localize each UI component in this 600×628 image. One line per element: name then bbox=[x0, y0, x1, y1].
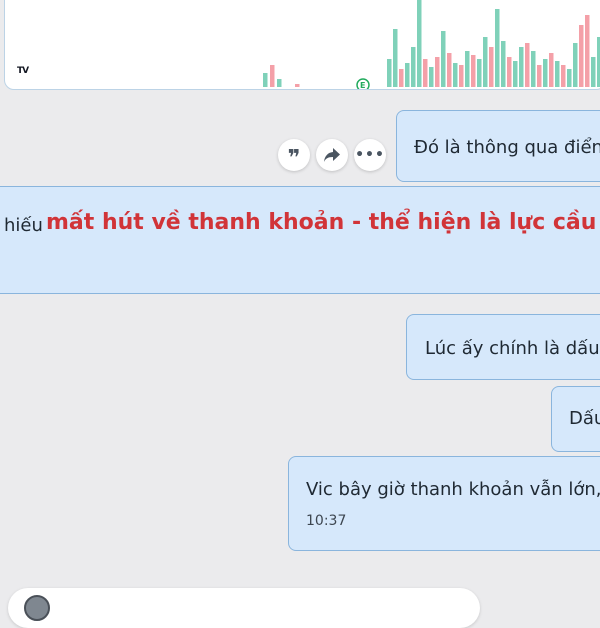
volume-bar bbox=[441, 31, 446, 87]
volume-bar bbox=[525, 43, 530, 87]
volume-bar bbox=[405, 63, 410, 87]
volume-bar bbox=[459, 65, 464, 87]
message-text: Vic bây giờ thanh khoản vẫn lớn, bbox=[306, 479, 600, 500]
volume-bar bbox=[411, 47, 416, 87]
volume-bar bbox=[270, 65, 275, 87]
message-text: hiếu bbox=[4, 215, 43, 236]
volume-bar bbox=[423, 59, 428, 87]
chat-message-bubble[interactable]: Vic bây giờ thanh khoản vẫn lớn, 10:37 bbox=[288, 456, 600, 551]
chat-message-bubble[interactable]: Đó là thông qua điển bbox=[396, 110, 600, 182]
message-text: Lúc ấy chính là dấu bbox=[425, 338, 600, 359]
chat-message-bubble[interactable]: hiếu mất hút về thanh khoản - thể hiện l… bbox=[0, 186, 600, 294]
message-timestamp: 10:37 bbox=[306, 513, 347, 529]
volume-bar bbox=[477, 59, 482, 87]
volume-bar bbox=[573, 43, 578, 87]
volume-bar bbox=[447, 53, 452, 87]
quote-reply-button[interactable]: ❞ bbox=[278, 139, 310, 171]
user-avatar bbox=[24, 595, 50, 621]
volume-bar bbox=[453, 63, 458, 87]
volume-bar bbox=[585, 15, 590, 87]
chat-message-bubble[interactable]: Lúc ấy chính là dấu bbox=[406, 314, 600, 380]
volume-bar bbox=[263, 73, 268, 87]
volume-bars-chart: E bbox=[263, 0, 600, 89]
message-highlight-text: mất hút về thanh khoản - thể hiện là lực… bbox=[46, 210, 600, 235]
volume-bar bbox=[543, 59, 548, 87]
volume-bar bbox=[435, 57, 440, 87]
volume-bar bbox=[387, 59, 392, 87]
volume-bar bbox=[591, 57, 596, 87]
price-chart-widget[interactable]: E TV bbox=[4, 0, 600, 90]
volume-bar bbox=[537, 65, 542, 87]
message-text: Đó là thông qua điển bbox=[414, 137, 600, 158]
quote-icon: ❞ bbox=[287, 146, 301, 171]
message-text: Dấu bbox=[569, 408, 600, 429]
volume-bar bbox=[277, 79, 282, 87]
volume-bar bbox=[561, 65, 566, 87]
forward-button[interactable] bbox=[316, 139, 348, 171]
volume-bar bbox=[513, 61, 518, 87]
ellipsis-icon: ••• bbox=[355, 147, 385, 163]
volume-bar bbox=[471, 55, 476, 87]
volume-bar bbox=[549, 53, 554, 87]
volume-bar bbox=[393, 29, 398, 87]
volume-bar bbox=[489, 47, 494, 87]
chat-message-bubble[interactable]: Dấu bbox=[551, 386, 600, 452]
volume-bar bbox=[295, 84, 300, 87]
volume-bar bbox=[483, 37, 488, 87]
volume-bar bbox=[501, 41, 506, 87]
share-arrow-icon bbox=[324, 148, 340, 162]
volume-bar bbox=[555, 61, 560, 87]
more-options-button[interactable]: ••• bbox=[354, 139, 386, 171]
volume-bar bbox=[417, 0, 422, 87]
volume-bar bbox=[429, 67, 434, 87]
volume-bar bbox=[465, 51, 470, 87]
volume-bar bbox=[567, 69, 572, 87]
volume-bar bbox=[399, 69, 404, 87]
volume-bar bbox=[531, 51, 536, 87]
volume-bar bbox=[519, 47, 524, 87]
event-marker-label: E bbox=[360, 81, 365, 89]
volume-bar bbox=[507, 57, 512, 87]
volume-bar bbox=[495, 9, 500, 87]
tradingview-logo: TV bbox=[17, 66, 29, 76]
volume-bar bbox=[579, 25, 584, 87]
message-composer[interactable] bbox=[8, 588, 480, 628]
